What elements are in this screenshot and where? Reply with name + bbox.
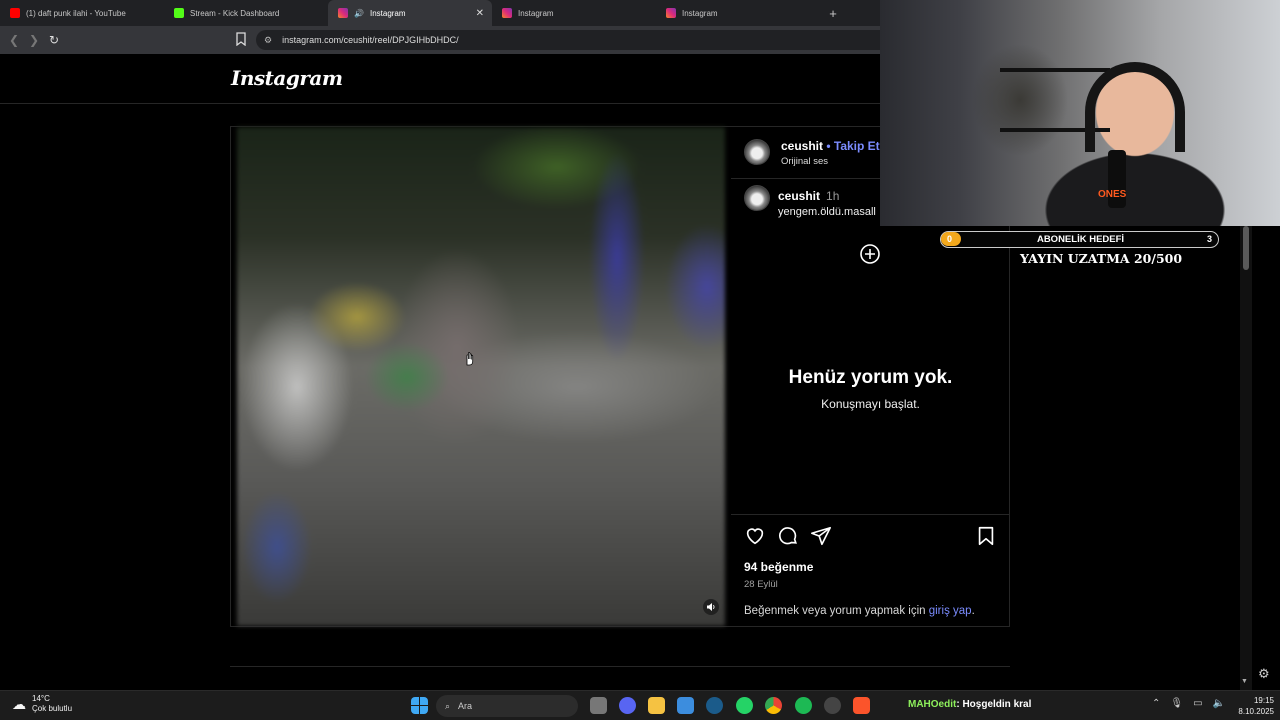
brave-icon[interactable]	[853, 697, 870, 714]
site-settings-icon[interactable]: ⚙	[264, 35, 272, 46]
chat-text: : Hoşgeldin kral	[956, 699, 1032, 710]
address-bar[interactable]: ⚙ instagram.com/ceushit/reel/DPJGIHbDHDC…	[256, 30, 880, 50]
no-comments-title: Henüz yorum yok.	[788, 367, 953, 388]
scroll-down-icon[interactable]: ▼	[1241, 678, 1248, 685]
network-icon[interactable]: ▭	[1193, 698, 1202, 709]
page-scrollbar[interactable]	[1240, 226, 1252, 690]
subscription-goal-bar: 0 ABONELİK HEDEFİ 3	[940, 231, 1219, 248]
shelf	[1000, 68, 1110, 72]
spotify-icon[interactable]	[795, 697, 812, 714]
no-comments-subtitle: Konuşmayı başlat.	[821, 397, 920, 411]
back-icon[interactable]: ❮	[4, 33, 24, 47]
tab-title: Instagram	[682, 8, 718, 18]
divider	[230, 666, 1010, 667]
instagram-icon	[666, 8, 676, 18]
store-icon[interactable]	[677, 697, 694, 714]
file-explorer-icon[interactable]	[648, 697, 665, 714]
reel-video[interactable]	[237, 127, 725, 626]
clock-time: 19:15	[1253, 696, 1274, 705]
chrome-icon[interactable]	[765, 697, 782, 714]
follow-button[interactable]: • Takip Et	[826, 139, 879, 153]
mouse-cursor-icon	[466, 352, 474, 366]
tab-youtube[interactable]: (1) daft punk ilahi - YouTube	[0, 0, 164, 26]
tab-instagram-2[interactable]: Instagram	[492, 0, 656, 26]
share-icon[interactable]	[810, 525, 832, 547]
instagram-icon	[338, 8, 348, 18]
system-tray: ⌃ 🎙 ▭ 🔈	[1152, 698, 1225, 709]
chevron-up-icon[interactable]: ⌃	[1152, 698, 1160, 709]
post-username[interactable]: ceushit • Takip Et	[781, 139, 880, 153]
browser-tab-bar: (1) daft punk ilahi - YouTube Stream - K…	[0, 0, 880, 26]
like-heart-icon[interactable]	[744, 525, 766, 547]
tab-kick-dashboard[interactable]: Stream - Kick Dashboard	[164, 0, 328, 26]
tab-instagram-active[interactable]: 🔊 Instagram ✕	[328, 0, 492, 26]
mic-brand-logo: ONES	[1098, 189, 1127, 200]
tab-title: Instagram	[369, 8, 406, 18]
volume-icon[interactable]: 🔈	[1213, 698, 1225, 709]
forward-icon[interactable]: ❯	[24, 33, 44, 47]
expand-plus-icon[interactable]	[859, 243, 881, 265]
weather-widget[interactable]: ☁ 14°C Çok bulutlu	[12, 694, 72, 714]
steam-icon[interactable]	[706, 697, 723, 714]
scrollbar-thumb[interactable]	[1243, 226, 1249, 270]
stream-extend-counter: YAYIN UZATMA 20/500	[1020, 251, 1183, 266]
tab-title: (1) daft punk ilahi - YouTube	[26, 8, 126, 18]
discord-icon[interactable]	[619, 697, 636, 714]
youtube-icon	[10, 8, 20, 18]
kick-icon	[174, 8, 184, 18]
comment-icon[interactable]	[777, 525, 799, 547]
instagram-logo[interactable]: Instagram	[231, 66, 343, 90]
avatar[interactable]	[744, 185, 770, 211]
taskbar-search[interactable]: ⌕ Ara	[436, 695, 578, 717]
avatar[interactable]	[744, 139, 770, 165]
volume-icon	[707, 603, 715, 611]
caption-time: 1h	[826, 189, 840, 203]
webcam-overlay: ONES	[880, 0, 1280, 226]
gear-icon[interactable]: ⚙	[1258, 666, 1270, 682]
close-tab-icon[interactable]: ✕	[476, 8, 484, 19]
tab-title: Stream - Kick Dashboard	[190, 8, 280, 18]
goal-label: ABONELİK HEDEFİ	[1036, 234, 1125, 245]
obs-icon[interactable]	[824, 697, 841, 714]
tab-instagram-3[interactable]: Instagram	[656, 0, 820, 26]
save-icon[interactable]	[975, 525, 997, 547]
search-placeholder: Ara	[458, 701, 473, 711]
windows-taskbar: ☁ 14°C Çok bulutlu ⌕ Ara MAHOedit: Hoşge…	[0, 690, 1280, 720]
search-icon: ⌕	[445, 700, 451, 711]
post-date: 28 Eylül	[744, 579, 778, 590]
task-view-icon[interactable]	[590, 697, 607, 714]
bookmark-icon[interactable]	[236, 32, 246, 46]
speaker-icon[interactable]: 🔊	[354, 9, 364, 18]
weather-cloud-icon: ☁	[12, 695, 26, 712]
instagram-icon	[502, 8, 512, 18]
caption-username[interactable]: ceushit 1h	[778, 189, 839, 203]
login-link[interactable]: giriş yap	[929, 605, 972, 617]
whatsapp-icon[interactable]	[736, 697, 753, 714]
audio-label[interactable]: Orijinal ses	[781, 156, 828, 167]
audio-toggle-button[interactable]	[703, 599, 719, 615]
system-clock[interactable]: 19:15 8.10.2025	[1230, 695, 1274, 717]
weather-temp: 14°C	[32, 694, 50, 703]
goal-target: 3	[1206, 234, 1212, 244]
chat-username: MAHOedit	[908, 699, 957, 710]
headphones	[1085, 62, 1185, 152]
reload-icon[interactable]: ↻	[44, 33, 64, 47]
weather-desc: Çok bulutlu	[32, 704, 73, 713]
post-actions: 94 beğenme 28 Eylül Beğenmek veya yorum …	[731, 514, 1010, 626]
microphone-icon[interactable]: 🎙	[1170, 698, 1183, 709]
windows-start-icon[interactable]	[411, 697, 428, 714]
login-prompt: Beğenmek veya yorum yapmak için giriş ya…	[744, 605, 975, 617]
likes-count[interactable]: 94 beğenme	[744, 560, 813, 574]
new-tab-button[interactable]: +	[820, 0, 846, 26]
chat-message: MAHOedit: Hoşgeldin kral	[908, 699, 1031, 710]
clock-date: 8.10.2025	[1238, 707, 1274, 716]
tab-title: Instagram	[518, 8, 554, 18]
url-text: instagram.com/ceushit/reel/DPJGIHbDHDC/	[282, 35, 459, 45]
